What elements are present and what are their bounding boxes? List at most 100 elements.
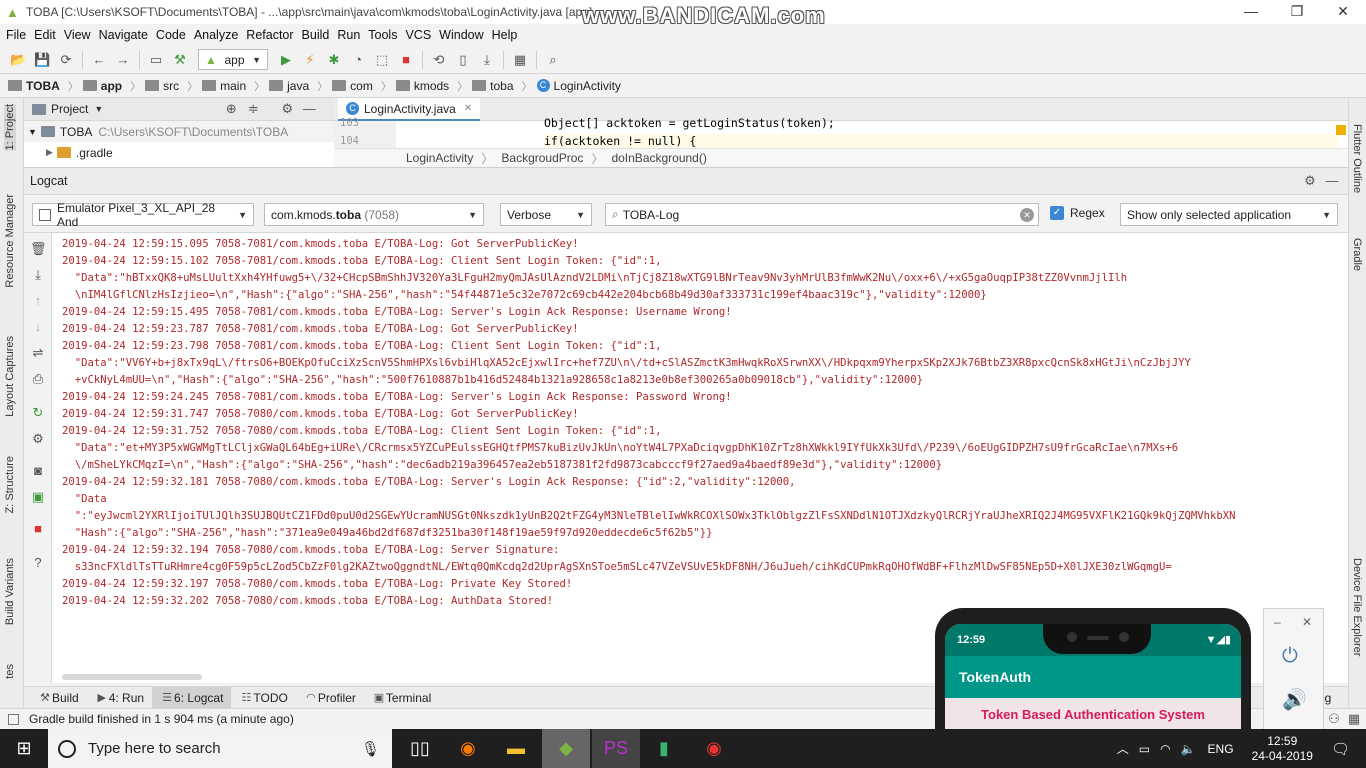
- close-button[interactable]: ✕: [1320, 0, 1366, 24]
- hide-icon[interactable]: —: [1324, 173, 1340, 189]
- logcat-search-input[interactable]: ⌕ TOBA-Log ✕: [605, 203, 1039, 226]
- clock[interactable]: 12:59 24-04-2019: [1252, 734, 1313, 764]
- phpstorm-icon[interactable]: PS: [592, 729, 640, 768]
- gear-icon[interactable]: ⚙: [1302, 173, 1318, 189]
- avd-manager-icon[interactable]: ▯: [455, 52, 471, 68]
- tool-tab-device-file-explorer[interactable]: Device File Explorer: [1351, 558, 1363, 656]
- volume-up-icon[interactable]: 🔊: [1282, 687, 1307, 712]
- breadcrumb-src[interactable]: src: [145, 79, 179, 93]
- bottom-tab-logcat[interactable]: ☰ 6: Logcat: [152, 686, 232, 709]
- close-icon[interactable]: ✕: [1302, 615, 1312, 629]
- collapse-icon[interactable]: ≑: [245, 101, 261, 117]
- menu-navigate[interactable]: Navigate: [95, 28, 152, 42]
- menu-refactor[interactable]: Refactor: [242, 28, 297, 42]
- breadcrumb-main[interactable]: main: [202, 79, 246, 93]
- stop-icon[interactable]: ■: [398, 52, 414, 68]
- sdk-manager-icon[interactable]: ⤓: [479, 52, 495, 68]
- trash-icon[interactable]: 🗑: [30, 241, 47, 257]
- firefox-icon[interactable]: ◉: [444, 729, 492, 768]
- print-icon[interactable]: ⎙: [30, 371, 46, 387]
- help-icon[interactable]: ?: [30, 555, 46, 571]
- debug-icon[interactable]: ✱: [326, 52, 342, 68]
- menu-file[interactable]: File: [2, 28, 30, 42]
- down-arrow-icon[interactable]: ↓: [30, 319, 46, 335]
- menu-code[interactable]: Code: [152, 28, 190, 42]
- breadcrumb-java[interactable]: java: [269, 79, 309, 93]
- menu-analyze[interactable]: Analyze: [190, 28, 242, 42]
- tool-tab-project[interactable]: 1: Project: [4, 104, 16, 151]
- search-icon[interactable]: ⌕: [545, 52, 561, 68]
- restart-icon[interactable]: ↻: [30, 405, 46, 421]
- breadcrumb-toba[interactable]: TOBA: [8, 79, 60, 93]
- breadcrumb-toba-pkg[interactable]: toba: [472, 79, 514, 93]
- hammer-icon[interactable]: ⚒: [172, 52, 188, 68]
- locate-icon[interactable]: ⊕: [223, 101, 239, 117]
- breadcrumb-app[interactable]: app: [82, 79, 122, 93]
- profile-icon[interactable]: ◔: [350, 52, 366, 68]
- breadcrumb-loginactivity[interactable]: C LoginActivity: [536, 79, 621, 93]
- emulator-taskbar-icon[interactable]: ▮: [640, 729, 688, 768]
- tool-tab-favorites[interactable]: tes: [4, 664, 16, 679]
- event-icon[interactable]: ⚇: [1326, 711, 1342, 727]
- filter-select[interactable]: Show only selected application ▼: [1120, 203, 1338, 226]
- emulator-screen[interactable]: 12:59 ▼◢▮ TokenAuth Token Based Authenti…: [945, 624, 1241, 730]
- hide-icon[interactable]: —: [301, 101, 317, 117]
- editor-tab-loginactivity[interactable]: C LoginActivity.java ✕: [338, 98, 481, 121]
- warning-marker-icon[interactable]: [1336, 125, 1346, 135]
- clear-icon[interactable]: ✕: [1020, 207, 1034, 222]
- bottom-tab-todo[interactable]: ☷ TODO: [231, 687, 295, 709]
- bottom-tab-run[interactable]: ▶ 4: Run: [87, 687, 152, 709]
- task-view-icon[interactable]: ▯▯: [396, 729, 444, 768]
- code-editor[interactable]: 103 104 Object[] acktoken = getLoginStat…: [334, 116, 1348, 167]
- tool-tab-build-variants[interactable]: Build Variants: [4, 558, 16, 625]
- run-icon[interactable]: ▶: [278, 52, 294, 68]
- soft-wrap-icon[interactable]: ⇌: [30, 345, 46, 361]
- taskbar-search[interactable]: Type here to search 🎙: [48, 729, 392, 768]
- wifi-icon[interactable]: ◠: [1160, 742, 1170, 756]
- terminal-icon[interactable]: ▭: [148, 52, 164, 68]
- bottom-tab-build[interactable]: ⚒ Build: [30, 687, 87, 709]
- crumb-method[interactable]: doInBackground(): [611, 151, 706, 165]
- microphone-icon[interactable]: 🎙: [361, 740, 380, 758]
- tool-tab-layout-captures[interactable]: Layout Captures: [4, 336, 16, 417]
- sync-icon[interactable]: ⟳: [58, 52, 74, 68]
- up-arrow-icon[interactable]: ↑: [30, 293, 46, 309]
- close-tab-icon[interactable]: ✕: [464, 103, 472, 114]
- tray-chevron-up-icon[interactable]: ︿: [1117, 740, 1129, 757]
- bottom-tab-terminal[interactable]: ▣ Terminal: [364, 687, 439, 709]
- menu-window[interactable]: Window: [435, 28, 487, 42]
- minimize-icon[interactable]: –: [1274, 615, 1281, 629]
- bandicam-record-icon[interactable]: ◉: [690, 729, 738, 768]
- battery-icon[interactable]: ▭: [1139, 742, 1150, 756]
- power-icon[interactable]: ⏻: [1282, 645, 1298, 668]
- run-configuration-select[interactable]: ▲ app ▼: [198, 49, 268, 70]
- memory-icon[interactable]: ▦: [1346, 711, 1362, 727]
- volume-icon[interactable]: 🔈: [1181, 742, 1196, 756]
- horizontal-scrollbar[interactable]: [62, 674, 202, 680]
- chevron-down-icon[interactable]: ▼: [94, 104, 103, 114]
- project-structure-icon[interactable]: ▦: [512, 52, 528, 68]
- log-level-select[interactable]: Verbose ▼: [500, 203, 592, 226]
- windows-start-icon[interactable]: ⊞: [0, 729, 48, 768]
- record-video-icon[interactable]: ▣: [30, 489, 46, 505]
- maximize-button[interactable]: ❐: [1274, 0, 1320, 24]
- scroll-to-end-icon[interactable]: ⤓: [30, 267, 46, 283]
- tool-tab-resource-manager[interactable]: Resource Manager: [4, 194, 16, 288]
- sync-gradle-icon[interactable]: ⟲: [431, 52, 447, 68]
- menu-vcs[interactable]: VCS: [401, 28, 435, 42]
- back-icon[interactable]: ←: [91, 52, 107, 68]
- tool-tab-flutter-outline[interactable]: Flutter Outline: [1351, 124, 1363, 193]
- emulator-window[interactable]: 12:59 ▼◢▮ TokenAuth Token Based Authenti…: [935, 608, 1251, 730]
- tree-item-gradle[interactable]: ▶ .gradle: [24, 142, 334, 163]
- open-folder-icon[interactable]: 📂: [10, 52, 26, 68]
- status-toggle-icon[interactable]: [8, 713, 19, 725]
- camera-icon[interactable]: ◙: [30, 463, 46, 479]
- menu-build[interactable]: Build: [298, 28, 334, 42]
- menu-help[interactable]: Help: [488, 28, 522, 42]
- tree-root[interactable]: ▼ TOBA C:\Users\KSOFT\Documents\TOBA: [24, 121, 334, 142]
- android-studio-taskbar-icon[interactable]: ◆: [542, 729, 590, 768]
- breadcrumb-kmods[interactable]: kmods: [395, 79, 449, 93]
- regex-checkbox[interactable]: ✓ Regex: [1050, 206, 1105, 220]
- save-icon[interactable]: 💾: [34, 52, 50, 68]
- minimize-button[interactable]: —: [1228, 0, 1274, 24]
